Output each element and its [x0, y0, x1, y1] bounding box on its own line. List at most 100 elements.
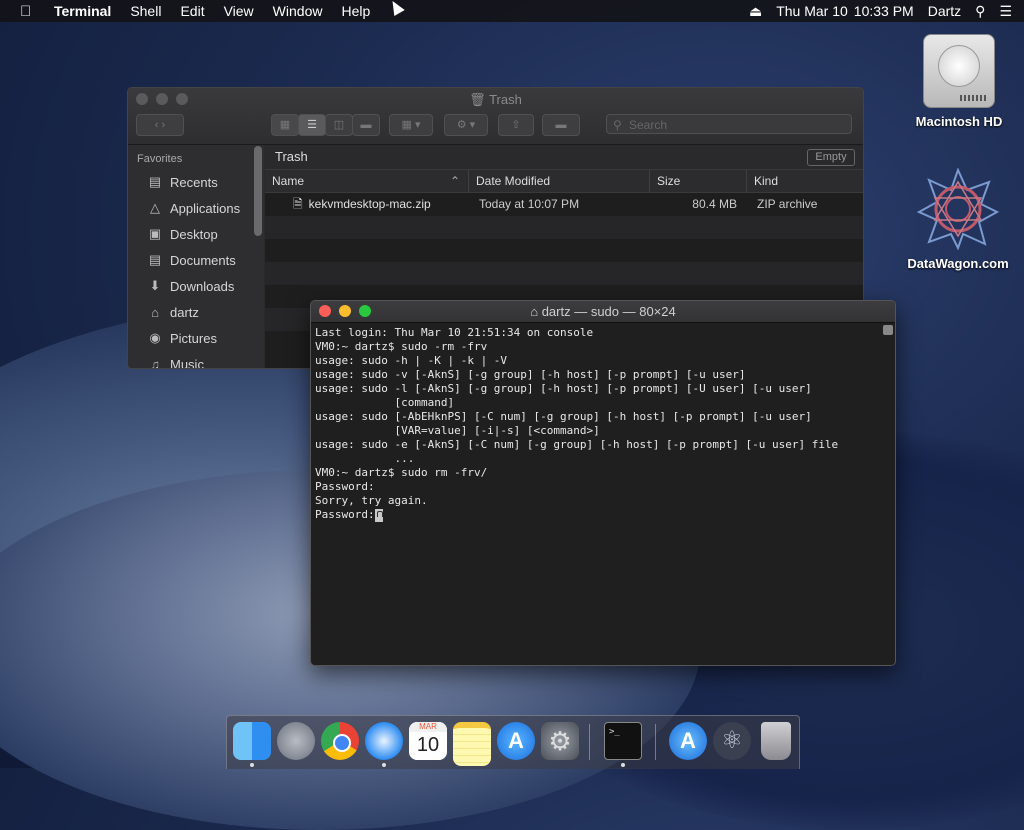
file-date-modified: Today at 10:07 PM	[479, 197, 580, 211]
terminal-prompt: Password:	[315, 508, 375, 521]
dock-applications-folder-icon[interactable]: A	[669, 722, 707, 760]
desktop-icon-label: DataWagon.com	[907, 256, 1009, 271]
notification-center-icon[interactable]: ☰	[999, 3, 1012, 20]
sidebar-item-label: Applications	[170, 200, 241, 216]
dock-atom-icon[interactable]: ⚛	[713, 722, 751, 760]
spotlight-search-icon[interactable]: ⚲	[975, 3, 985, 20]
dock-trash-icon[interactable]	[761, 722, 791, 760]
menubar-date[interactable]: Thu Mar 10	[776, 3, 848, 19]
sidebar-item-dartz[interactable]: ⌂ dartz	[128, 299, 264, 325]
menu-window[interactable]: Window	[273, 3, 323, 19]
dock-terminal-icon[interactable]: >_	[604, 722, 642, 760]
desktop-icon-label: Macintosh HD	[915, 114, 1003, 129]
column-header-date[interactable]: Date Modified	[469, 170, 650, 192]
search-input[interactable]: ⚲ Search	[606, 114, 852, 134]
calendar-day: 10	[416, 734, 440, 756]
menu-help[interactable]: Help	[341, 3, 370, 19]
action-gear-icon[interactable]: ⚙ ▾	[444, 114, 488, 136]
dock-launchpad-icon[interactable]	[277, 722, 315, 760]
sidebar-item-desktop[interactable]: ▣ Desktop	[128, 221, 264, 247]
group-button[interactable]: ▦ ▾	[389, 114, 433, 136]
terminal-line: VM0:~ dartz$ sudo -rm -frv	[315, 340, 488, 353]
clock-icon: ▤	[148, 174, 162, 189]
dock-chrome-icon[interactable]	[321, 722, 359, 760]
home-icon: ⌂	[151, 304, 159, 320]
empty-trash-button[interactable]: Empty	[807, 149, 855, 166]
column-header-kind[interactable]: Kind	[747, 170, 862, 192]
table-row[interactable]: 🗎 kekvmdesktop-mac.zip Today at 10:07 PM …	[265, 193, 863, 216]
sidebar-item-applications[interactable]: △ Applications	[128, 195, 264, 221]
file-size: 80.4 MB	[692, 197, 737, 211]
datawagon-star-icon	[916, 167, 1000, 251]
sidebar-item-documents[interactable]: ▤ Documents	[128, 247, 264, 273]
terminal-window[interactable]: ⌂ dartz — sudo — 80×24 Last login: Thu M…	[310, 300, 896, 666]
path-label: Trash	[275, 149, 308, 164]
desktop-icon-datawagon[interactable]: DataWagon.com	[903, 167, 1013, 271]
menu-shell[interactable]: Shell	[130, 3, 161, 19]
menubar-time[interactable]: 10:33 PM	[854, 3, 914, 19]
trash-icon: 🗑	[469, 92, 486, 107]
finder-titlebar[interactable]: 🗑 Trash ‹ › ▦ ☰ ◫ ▬ ▦ ▾ ⚙ ▾ ⇧ ▬ ⚲ Search	[128, 88, 863, 145]
menu-app-terminal[interactable]: Terminal	[54, 3, 111, 19]
home-icon: ⌂	[530, 304, 539, 319]
terminal-prompt-line[interactable]: Password:	[315, 508, 881, 522]
column-header-size[interactable]: Size	[650, 170, 747, 192]
terminal-titlebar[interactable]: ⌂ dartz — sudo — 80×24	[311, 301, 895, 323]
column-header-name[interactable]: Name ⌃	[265, 170, 469, 192]
terminal-line: ...	[315, 452, 415, 465]
menu-edit[interactable]: Edit	[180, 3, 204, 19]
dock-notes-icon[interactable]	[453, 722, 491, 766]
terminal-line: [command]	[315, 396, 455, 409]
sidebar-item-label: Desktop	[170, 226, 218, 242]
documents-icon: ▤	[148, 252, 162, 267]
terminal-output[interactable]: Last login: Thu Mar 10 21:51:34 on conso…	[315, 324, 881, 665]
dock-calendar-icon[interactable]: MAR 10	[409, 722, 447, 760]
sidebar-item-downloads[interactable]: ⬇ Downloads	[128, 273, 264, 299]
sidebar-item-label: Recents	[170, 174, 218, 190]
document-icon: 🗎	[293, 197, 303, 211]
dock-safari-icon[interactable]	[365, 722, 403, 760]
share-button[interactable]: ⇧	[498, 114, 534, 136]
eject-icon[interactable]: ⏏	[749, 3, 762, 20]
finder-window-title: Trash	[489, 92, 522, 107]
search-icon: ⚲	[613, 118, 622, 132]
terminal-line: Password:	[315, 480, 375, 493]
file-name: kekvmdesktop-mac.zip	[308, 197, 431, 211]
file-kind: ZIP archive	[757, 197, 818, 211]
terminal-line: usage: sudo -h | -K | -k | -V	[315, 354, 508, 367]
dock-app-store-icon[interactable]: A	[497, 722, 535, 760]
menu-view[interactable]: View	[224, 3, 254, 19]
camera-icon: ◉	[149, 330, 161, 345]
sidebar-header-favorites: Favorites	[137, 153, 183, 165]
back-forward-buttons[interactable]: ‹ ›	[136, 114, 184, 136]
desktop-icon-macintosh-hd[interactable]: Macintosh HD	[904, 34, 1014, 129]
menubar-user[interactable]: Dartz	[928, 3, 961, 19]
list-view-button[interactable]: ☰	[298, 114, 326, 136]
split-pane-icon[interactable]	[883, 325, 893, 335]
terminal-line: Last login: Thu Mar 10 21:51:34 on conso…	[315, 326, 594, 339]
calendar-month: MAR	[409, 722, 447, 732]
terminal-line: usage: sudo -v [-AknS] [-g group] [-h ho…	[315, 368, 746, 381]
sidebar-item-music[interactable]: ♫ Music	[128, 351, 264, 369]
sidebar-item-recents[interactable]: ▤ Recents	[128, 169, 264, 195]
sidebar-scrollbar[interactable]	[254, 146, 262, 236]
music-icon: ♫	[150, 356, 160, 369]
sidebar-item-label: Music	[170, 356, 204, 369]
sidebar-item-label: Documents	[170, 252, 236, 268]
icon-view-button[interactable]: ▦	[271, 114, 299, 136]
column-view-button[interactable]: ◫	[325, 114, 353, 136]
sidebar-item-label: Downloads	[170, 278, 235, 294]
menu-bar:  Terminal Shell Edit View Window Help ⏏…	[0, 0, 1024, 22]
terminal-scrollbar[interactable]	[883, 325, 893, 661]
terminal-line: Sorry, try again.	[315, 494, 428, 507]
sidebar-item-pictures[interactable]: ◉ Pictures	[128, 325, 264, 351]
terminal-line: usage: sudo -e [-AknS] [-C num] [-g grou…	[315, 438, 839, 451]
dock-finder-icon[interactable]	[233, 722, 271, 760]
dock-system-preferences-gear-icon[interactable]: ⚙	[541, 722, 579, 760]
tag-button[interactable]: ▬	[542, 114, 580, 136]
gallery-view-button[interactable]: ▬	[352, 114, 380, 136]
downloads-icon: ⬇	[149, 278, 161, 293]
apple-menu-icon[interactable]: 	[20, 3, 40, 20]
terminal-line: [VAR=value] [-i|-s] [<command>]	[315, 424, 600, 437]
cursor-key-icon	[374, 508, 383, 522]
